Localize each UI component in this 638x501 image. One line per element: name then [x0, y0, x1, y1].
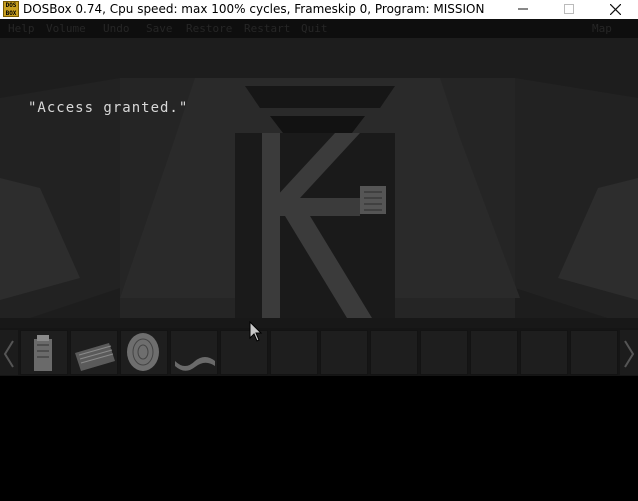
inventory-right-arrow[interactable]	[620, 330, 638, 375]
inventory-right-arrow-icon	[624, 339, 635, 368]
menu-map[interactable]: Map	[592, 22, 612, 35]
dosbox-app-icon[interactable]: DOS BOX	[3, 1, 19, 17]
inventory-slot-empty[interactable]	[320, 330, 368, 375]
minimize-button[interactable]	[500, 0, 546, 19]
canister-icon	[34, 335, 52, 371]
inventory-slot-empty[interactable]	[470, 330, 518, 375]
mouse-pointer-icon	[249, 320, 263, 342]
inventory-slot-empty[interactable]	[420, 330, 468, 375]
maximize-button[interactable]	[546, 0, 592, 19]
inventory-left-arrow[interactable]	[0, 330, 18, 375]
inventory-slot[interactable]	[20, 330, 68, 375]
menu-restore[interactable]: Restore	[186, 22, 232, 35]
scene-artwork	[0, 38, 638, 328]
close-button[interactable]	[592, 0, 638, 19]
game-menubar: Help Volume Undo Save Restore Restart Qu…	[0, 19, 638, 38]
dialogue-text: "Access granted."	[28, 100, 189, 116]
mouse-cursor	[249, 320, 263, 347]
window-title: DOSBox 0.74, Cpu speed: max 100% cycles,…	[23, 2, 485, 16]
device-icon	[75, 343, 115, 371]
inventory-left-arrow-icon	[3, 339, 14, 368]
inventory-slot[interactable]	[120, 330, 168, 375]
inventory-slot[interactable]	[170, 330, 218, 375]
window-titlebar: DOS BOX DOSBox 0.74, Cpu speed: max 100%…	[0, 0, 638, 19]
menu-quit[interactable]: Quit	[301, 22, 328, 35]
inventory-slot-empty[interactable]	[570, 330, 618, 375]
close-icon	[609, 3, 621, 15]
game-scene[interactable]: "Access granted."	[0, 38, 638, 328]
inventory-slot-empty[interactable]	[370, 330, 418, 375]
inventory-bar	[0, 328, 638, 376]
inventory-slot[interactable]	[70, 330, 118, 375]
menu-undo[interactable]: Undo	[103, 22, 130, 35]
inventory-slot-empty[interactable]	[270, 330, 318, 375]
wrench-icon	[175, 357, 215, 371]
menu-help[interactable]: Help	[8, 22, 35, 35]
menu-restart[interactable]: Restart	[244, 22, 290, 35]
maximize-icon	[564, 3, 574, 14]
menu-save[interactable]: Save	[146, 22, 173, 35]
minimize-icon	[518, 8, 528, 9]
menu-volume[interactable]: Volume	[46, 22, 86, 35]
inventory-slot-empty[interactable]	[520, 330, 568, 375]
disc-icon	[127, 333, 159, 371]
